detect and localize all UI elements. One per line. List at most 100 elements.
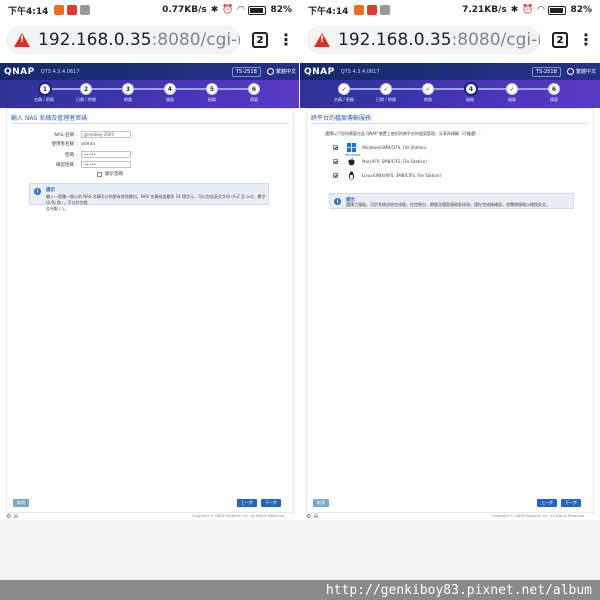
browser-toolbar: 192.168.0.35:8080/cgi-bi 2 ⋮: [300, 20, 600, 60]
copyright: Copyright © QNAP Systems, Inc. All Right…: [192, 514, 286, 518]
cancel-button[interactable]: 取消: [313, 499, 329, 507]
step-progress-line: [344, 88, 556, 90]
password-input[interactable]: •••••: [81, 151, 131, 158]
page-title: 輸入 NAS 名稱及管理者密碼: [11, 115, 88, 122]
step-6: 6: [248, 83, 260, 95]
step-label: 磁碟: [508, 97, 516, 102]
linux-checkbox[interactable]: [333, 173, 338, 178]
status-bar: 下午4:14 7.21KB/s ✱ ⏰ ◠ 82%: [300, 0, 600, 20]
step-label: 名稱 / 密碼: [34, 97, 54, 102]
status-time: 下午4:14: [8, 6, 49, 17]
wizard-content: 跨平台的檔案傳輸服務 選擇以下您所需要在此 QNAP 裝置上使用的跨平台的檔案管…: [306, 108, 594, 513]
network-speed: 0.77KB/s: [162, 5, 207, 15]
step-label: 服務: [166, 97, 174, 102]
password-row: 密碼 : •••••: [37, 151, 131, 158]
tip-box: i 提示 選擇之服務，可於系統初始完成後，在控制台、網路及檔案服務區修改。請在完…: [329, 193, 574, 209]
wizard-content: 輸入 NAS 名稱及管理者密碼 NAS 名稱 : genkiboy-2669 使…: [6, 108, 294, 513]
language-selector[interactable]: 繁體中文: [566, 68, 596, 75]
not-secure-warning-icon[interactable]: [14, 33, 30, 47]
notification-icons: [54, 5, 91, 15]
globe-icon: [266, 68, 274, 75]
notification-icons: [354, 5, 391, 15]
next-button[interactable]: 下一步: [561, 499, 581, 507]
step-label: 名稱 / 密碼: [334, 97, 354, 102]
wifi-icon: ◠: [237, 5, 245, 15]
confirm-password-row: 確認密碼 : •••••: [37, 161, 131, 168]
address-bar[interactable]: 192.168.0.35:8080/cgi-bi: [306, 25, 540, 55]
qnap-header: QNAP QTS 4.3.4.0617 TS-251B 繁體中文: [0, 63, 300, 80]
next-button[interactable]: 下一步: [261, 499, 281, 507]
firmware-version: QTS 4.3.4.0617: [340, 68, 380, 75]
prev-button[interactable]: 上一步: [237, 499, 257, 507]
wizard-steps: ✓ 名稱 / 密碼 ✓ 日期 / 時間 ✓ 網路 4 服務 ✓ 磁碟 6 摘要: [300, 80, 600, 108]
wizard-steps: 1 名稱 / 密碼 2 日期 / 時間 3 網路 4 服務 5 磁碟 6 摘要: [0, 80, 300, 108]
step-5: ✓: [506, 83, 518, 95]
windows-checkbox[interactable]: [333, 145, 338, 150]
qnap-logo: QNAP: [304, 66, 335, 77]
os-option-mac[interactable]: Mac(AFP, SMB/CIFS, File Station): [333, 157, 427, 166]
url-text[interactable]: 192.168.0.35:8080/cgi-bi: [38, 30, 240, 50]
screenshot-root: 下午4:14 0.77KB/s ✱ ⏰ ◠ 82% 192.168.0.35:8…: [0, 0, 600, 600]
apple-icon: [347, 157, 356, 166]
field-label: NAS 名稱 :: [54, 132, 77, 138]
copyright: Copyright © QNAP Systems, Inc. All Right…: [492, 514, 586, 518]
app-icon: [367, 5, 378, 15]
linux-tux-icon: [347, 171, 356, 180]
status-time: 下午4:14: [308, 6, 349, 17]
step-4: 4: [164, 83, 176, 95]
address-bar[interactable]: 192.168.0.35:8080/cgi-bi: [6, 25, 240, 55]
show-password-label: 顯示密碼: [105, 172, 123, 177]
os-option-linux[interactable]: Linux/UNIX(NFS, SMB/CIFS, File Station): [333, 171, 441, 180]
browser-menu-button[interactable]: ⋮: [278, 32, 294, 48]
alarm-icon: ⏰: [222, 5, 234, 15]
field-label: 使用者名稱 :: [51, 142, 77, 147]
field-label: 確認密碼 :: [56, 162, 77, 168]
language-selector[interactable]: 繁體中文: [266, 68, 296, 75]
show-password-checkbox[interactable]: [97, 171, 102, 177]
tab-switcher-button[interactable]: 2: [252, 32, 268, 48]
tab-switcher-button[interactable]: 2: [552, 32, 568, 48]
cancel-button[interactable]: 取消: [13, 499, 29, 507]
status-bar: 下午4:14 0.77KB/s ✱ ⏰ ◠ 82%: [0, 0, 300, 20]
title-divider: [11, 123, 289, 124]
qnap-header: QNAP QTS 4.3.4.0617 TS-251B 繁體中文: [300, 63, 600, 80]
step-label: 服務: [466, 97, 474, 102]
tip-box: i 提示 輸入一個獨一無二的 NAS 名稱可以的更有效地識別。NAS 名稱長度最…: [29, 183, 269, 211]
qnap-logo: QNAP: [4, 66, 35, 77]
model-badge: TS-251B: [231, 66, 261, 77]
bluetooth-icon: ✱: [210, 5, 219, 15]
browser-menu-button[interactable]: ⋮: [578, 32, 594, 48]
step-label: 日期 / 時間: [376, 97, 396, 102]
footer-icons: ⚙ ⊖: [306, 513, 319, 520]
empty-area: [0, 520, 600, 580]
step-4: 4: [464, 82, 478, 96]
windows-icon: [347, 143, 356, 152]
not-secure-warning-icon[interactable]: [314, 33, 330, 47]
step-1: 1: [38, 82, 52, 96]
network-speed: 7.21KB/s: [462, 5, 507, 15]
globe-icon: [566, 68, 574, 75]
os-option-label: Linux/UNIX(NFS, SMB/CIFS, File Station): [362, 173, 441, 178]
mac-checkbox[interactable]: [333, 159, 338, 164]
show-password-row[interactable]: 顯示密碼: [97, 171, 123, 177]
confirm-password-input[interactable]: •••••: [81, 161, 131, 168]
model-badge: TS-251B: [531, 66, 561, 77]
page-title: 跨平台的檔案傳輸服務: [311, 115, 372, 122]
info-icon: i: [334, 198, 341, 205]
os-option-windows[interactable]: Windows(SMB/CIFS, File Station): [333, 143, 427, 152]
status-right: 0.77KB/s ✱ ⏰ ◠ 82%: [162, 5, 292, 15]
url-text[interactable]: 192.168.0.35:8080/cgi-bi: [338, 30, 540, 50]
step-5: 5: [206, 83, 218, 95]
battery-icon: [548, 5, 567, 15]
step-1: ✓: [338, 83, 350, 95]
app-icon: [80, 5, 91, 15]
tip-text: 輸入一個獨一無二的 NAS 名稱可以的更有效地識別。NAS 名稱長度最多 14 …: [46, 194, 266, 211]
footer-icons: ⚙ ⊖: [6, 513, 19, 520]
watermark: http://genkiboy83.pixnet.net/album: [0, 580, 600, 600]
battery-icon: [248, 5, 267, 15]
prev-button[interactable]: 上一步: [537, 499, 557, 507]
battery-percent: 82%: [270, 5, 292, 15]
step-label: 網路: [124, 97, 132, 102]
nas-name-input[interactable]: genkiboy-2669: [81, 131, 131, 138]
app-icon: [380, 5, 391, 15]
